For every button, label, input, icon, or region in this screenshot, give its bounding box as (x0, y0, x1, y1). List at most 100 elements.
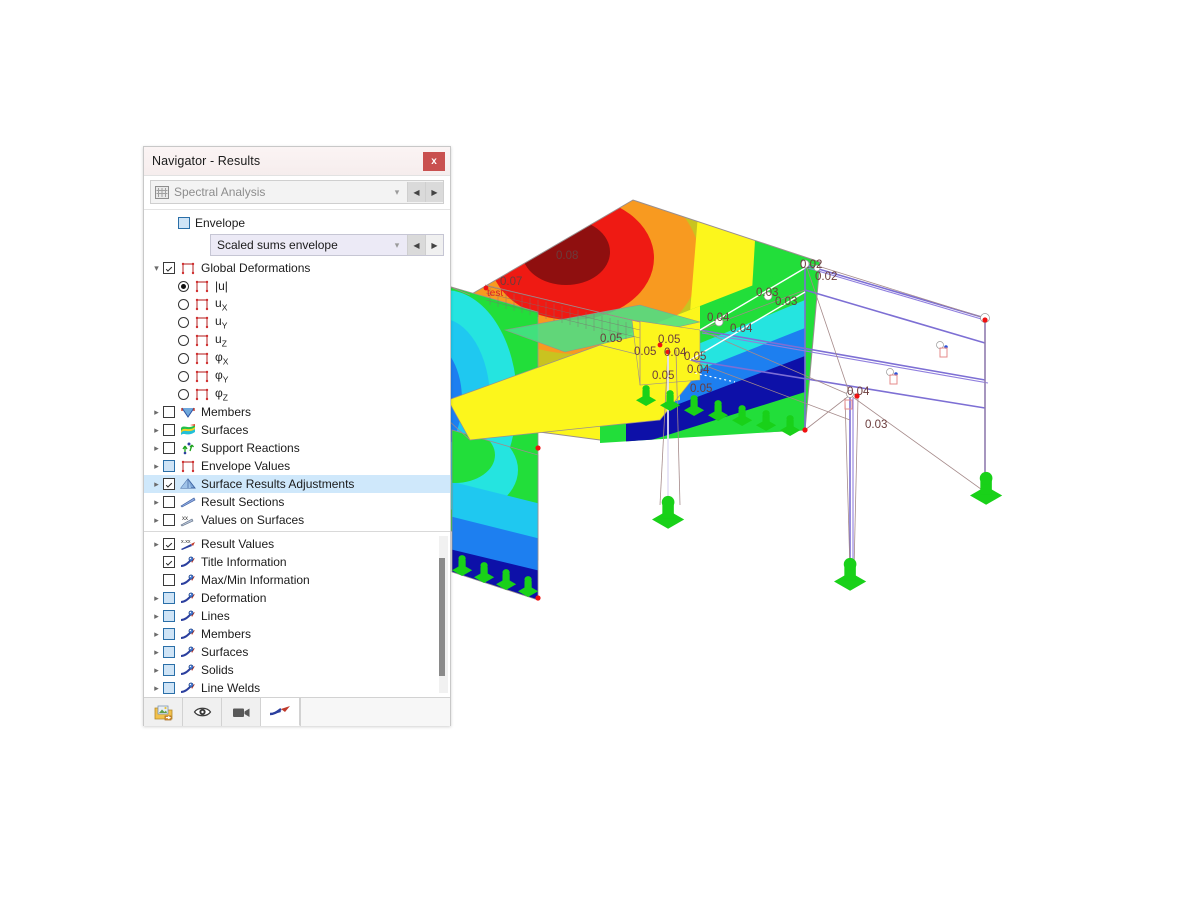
values-icon: xx (180, 513, 196, 527)
envelope-checkbox[interactable] (178, 217, 190, 229)
results-icon (269, 706, 290, 716)
display-item-lines[interactable]: ▸ Lines (144, 607, 450, 625)
tree-item-envelope-values[interactable]: ▸ Envelope Values (144, 457, 450, 475)
chevron-down-icon[interactable]: ▾ (387, 187, 407, 198)
expand-arrow[interactable]: ▸ (150, 493, 163, 511)
tree-item-support-reactions[interactable]: ▸ Support Reactions (144, 439, 450, 457)
tree-scrollbar-thumb[interactable] (439, 558, 445, 676)
navigator-results-panel[interactable]: Navigator - Results x Spectral Analysis … (143, 146, 451, 726)
display-properties-tree[interactable]: ▸ x.xx Result Values ▸ Title Information ▸ Max… (144, 531, 450, 697)
deformation-component-row[interactable]: φY (144, 367, 450, 385)
display-item-label: Line Welds (201, 681, 261, 695)
expand-arrow[interactable]: ▸ (150, 439, 163, 457)
radio-uz[interactable] (178, 334, 189, 346)
tree-item-label: Result Sections (201, 495, 285, 509)
checkbox-solids[interactable] (163, 664, 175, 676)
results-navigator-tab[interactable] (261, 698, 300, 726)
expand-arrow[interactable]: ▸ (150, 607, 163, 625)
expand-arrow[interactable]: ▸ (150, 475, 163, 493)
expand-arrow[interactable]: ▸ (150, 457, 163, 475)
close-button[interactable]: x (423, 151, 445, 171)
project-navigator-tab[interactable] (144, 698, 183, 726)
checkbox-values-on-surfaces[interactable] (163, 514, 175, 526)
tree-item-surfaces[interactable]: ▸ Surfaces (144, 421, 450, 439)
analysis-next-button[interactable]: ▶ (425, 182, 443, 202)
checkbox-surfaces[interactable] (163, 646, 175, 658)
global-deformations-checkbox[interactable] (163, 262, 175, 274)
deformation-component-label: φX (215, 349, 229, 367)
expand-arrow[interactable]: ▸ (150, 643, 163, 661)
expand-arrow[interactable]: ▸ (150, 661, 163, 679)
checkbox-support-reactions[interactable] (163, 442, 175, 454)
display-item-label: Solids (201, 663, 234, 677)
tree-item-label: Support Reactions (201, 441, 300, 455)
checkbox-members[interactable] (163, 406, 175, 418)
expand-arrow[interactable]: ▸ (150, 511, 163, 529)
deformation-component-row[interactable]: φX (144, 349, 450, 367)
tree-item-values-on-surfaces[interactable]: ▸ xx Values on Surfaces (144, 511, 450, 529)
label-icon (180, 573, 196, 587)
grid-icon (155, 185, 169, 199)
radio-ux[interactable] (178, 298, 189, 310)
display-item-label: Deformation (201, 591, 267, 605)
display-item-deformation[interactable]: ▸ Deformation (144, 589, 450, 607)
tree-item-global-deformations[interactable]: ▾ Global Deformations (144, 259, 450, 277)
expand-arrow[interactable]: ▸ (150, 535, 163, 553)
expand-arrow-global-deformations[interactable]: ▾ (150, 259, 163, 277)
checkbox-max-min-information[interactable] (163, 574, 175, 586)
envelope-prev-button[interactable]: ◀ (407, 235, 425, 255)
analysis-combo[interactable]: Spectral Analysis ▾ ◀ ▶ (150, 180, 444, 204)
display-item-surfaces[interactable]: ▸ Surfaces (144, 643, 450, 661)
tree-item-result-sections[interactable]: ▸ Result Sections (144, 493, 450, 511)
display-item-solids[interactable]: ▸ Solids (144, 661, 450, 679)
navigator-tabstrip[interactable] (144, 697, 450, 726)
tree-scrollbar-track[interactable] (439, 536, 448, 693)
display-navigator-tab[interactable] (183, 698, 222, 726)
radio-x[interactable] (178, 352, 189, 364)
expand-arrow[interactable]: ▸ (150, 679, 163, 697)
deformation-component-row[interactable]: uY (144, 313, 450, 331)
checkbox-result-values[interactable] (163, 538, 175, 550)
tree-item-surface-results-adjustments[interactable]: ▸ Surface Results Adjustments (144, 475, 450, 493)
display-item-label: Lines (201, 609, 230, 623)
deformation-component-row[interactable]: uX (144, 295, 450, 313)
envelope-type-combo[interactable]: Scaled sums envelope ▾ ◀ ▶ (210, 234, 444, 256)
checkbox-deformation[interactable] (163, 592, 175, 604)
display-item-members[interactable]: ▸ Members (144, 625, 450, 643)
tree-item-envelope[interactable]: Envelope (144, 214, 450, 232)
label-icon (180, 645, 196, 659)
checkbox-envelope-values[interactable] (163, 460, 175, 472)
deformation-component-row[interactable]: uZ (144, 331, 450, 349)
radio-uy[interactable] (178, 316, 189, 328)
checkbox-title-information[interactable] (163, 556, 175, 568)
tree-item-members[interactable]: ▸ Members (144, 403, 450, 421)
chevron-down-icon-2[interactable]: ▾ (387, 240, 407, 251)
radio-y[interactable] (178, 370, 189, 382)
expand-arrow[interactable]: ▸ (150, 589, 163, 607)
display-item-max-min-information[interactable]: ▸ Max/Min Information (144, 571, 450, 589)
radio-u[interactable] (178, 280, 189, 292)
display-item-line-welds[interactable]: ▸ Line Welds (144, 679, 450, 697)
checkbox-lines[interactable] (163, 610, 175, 622)
navigator-titlebar: Navigator - Results x (144, 147, 450, 175)
deformation-component-row[interactable]: φZ (144, 385, 450, 403)
checkbox-members[interactable] (163, 628, 175, 640)
checkbox-result-sections[interactable] (163, 496, 175, 508)
checkbox-line-welds[interactable] (163, 682, 175, 694)
analysis-prev-button[interactable]: ◀ (407, 182, 425, 202)
expand-arrow[interactable]: ▸ (150, 625, 163, 643)
display-item-result-values[interactable]: ▸ x.xx Result Values (144, 535, 450, 553)
deformation-component-row[interactable]: |u| (144, 277, 450, 295)
deformation-value-label: 0.04 (847, 386, 870, 398)
envelope-next-button[interactable]: ▶ (425, 235, 443, 255)
expand-arrow: ▸ (150, 571, 163, 589)
views-navigator-tab[interactable] (222, 698, 261, 726)
display-item-title-information[interactable]: ▸ Title Information (144, 553, 450, 571)
checkbox-surface-results-adjustments[interactable] (163, 478, 175, 490)
radio-z[interactable] (178, 388, 189, 400)
deformation-value-label: 0.03 (775, 296, 798, 308)
checkbox-surfaces[interactable] (163, 424, 175, 436)
tree-item-label: Surfaces (201, 423, 249, 437)
expand-arrow[interactable]: ▸ (150, 421, 163, 439)
expand-arrow[interactable]: ▸ (150, 403, 163, 421)
